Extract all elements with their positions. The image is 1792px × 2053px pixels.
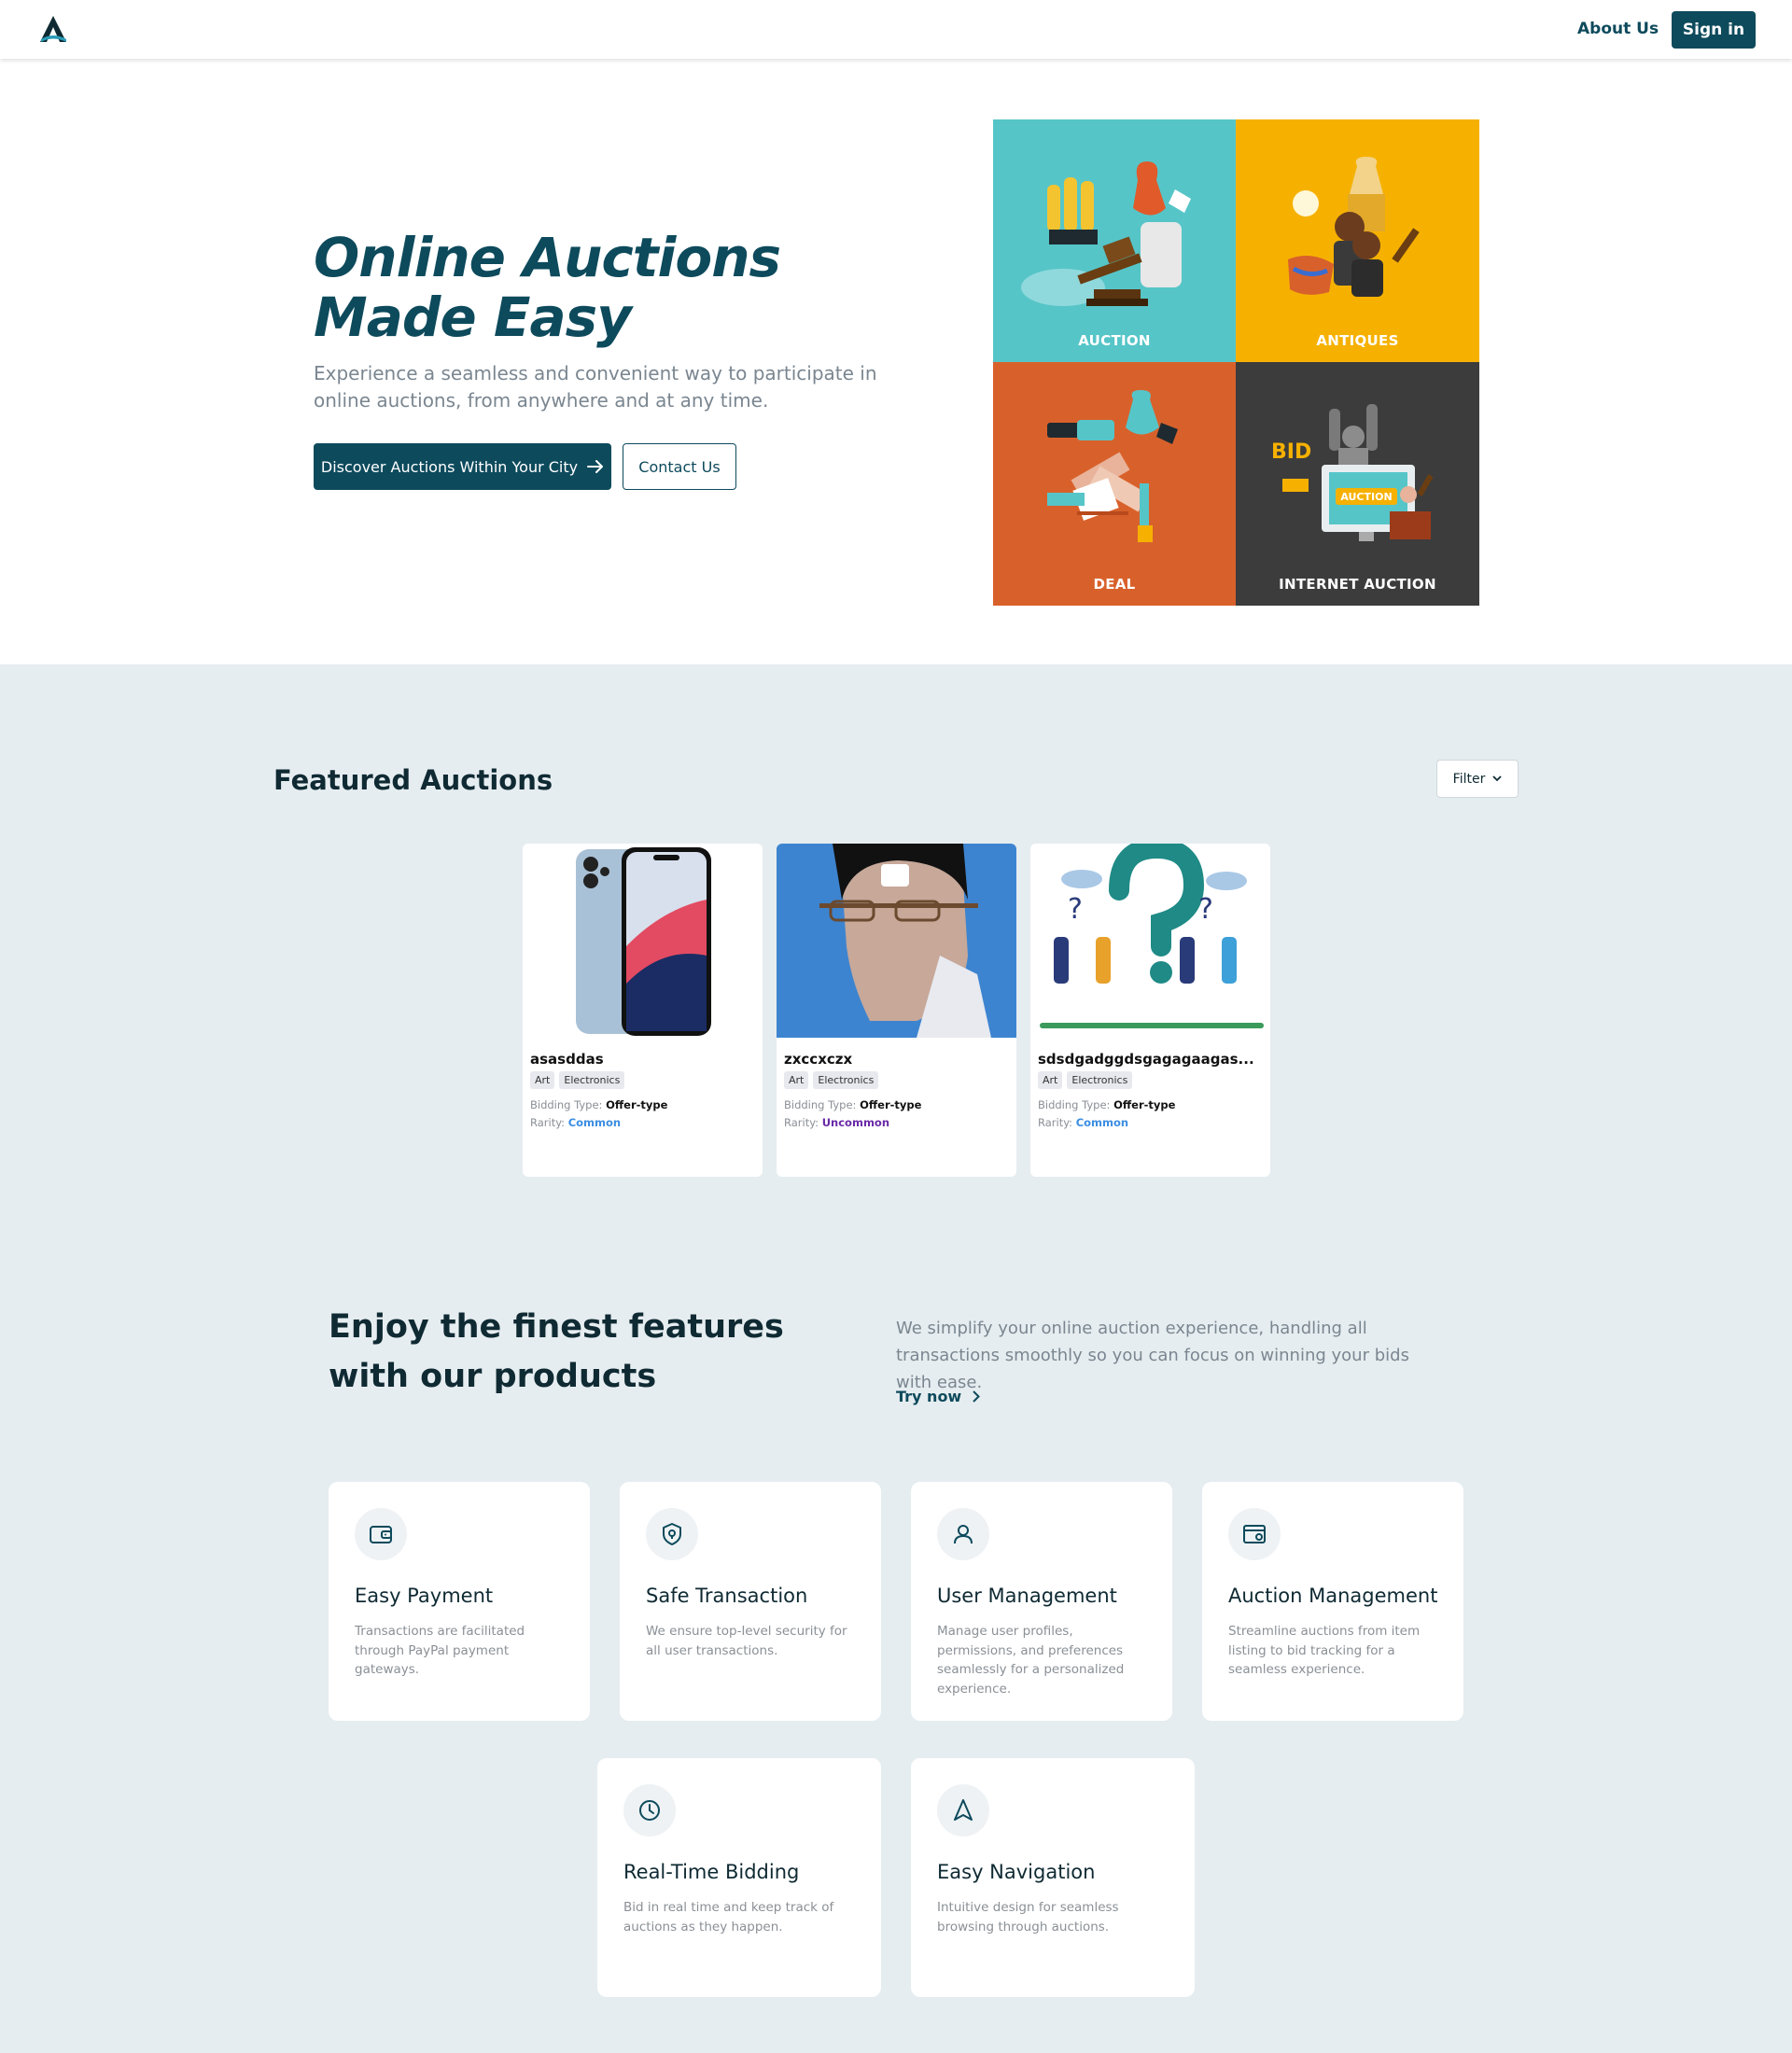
feature-title: Safe Transaction: [646, 1585, 808, 1607]
deal-tile: DEAL: [993, 362, 1236, 606]
feature-card-easy-payment: Easy Payment Transactions are facilitate…: [329, 1482, 590, 1721]
feature-title: User Management: [937, 1585, 1117, 1607]
sign-in-button[interactable]: Sign in: [1672, 11, 1756, 49]
antiques-tile-label: ANTIQUES: [1316, 332, 1399, 349]
feature-title: Easy Payment: [355, 1585, 494, 1607]
auction-tile: AUCTION: [993, 119, 1236, 362]
rarity-line: Rarity: Uncommon: [784, 1116, 890, 1129]
category-tag: Electronics: [813, 1071, 879, 1089]
contact-us-button[interactable]: Contact Us: [623, 443, 736, 490]
auction-card[interactable]: zxccxczx Art Electronics Bidding Type: O…: [777, 844, 1016, 1177]
category-tag: Electronics: [1067, 1071, 1133, 1089]
logo-icon[interactable]: [37, 14, 69, 46]
feature-description: Manage user profiles, permissions, and p…: [937, 1624, 1125, 1697]
svg-text:?: ?: [1068, 893, 1083, 926]
question-people-image: ? ?: [1030, 844, 1270, 1038]
shield-icon: [663, 1523, 681, 1545]
feature-description: Intuitive design for seamless browsing t…: [937, 1900, 1119, 1934]
clock-icon: [639, 1800, 660, 1821]
browser-settings-icon: [1243, 1525, 1266, 1543]
bid-sign-text: BID: [1271, 440, 1311, 464]
internet-auction-tile-label: INTERNET AUCTION: [1279, 576, 1436, 593]
internet-auction-tile: BID AUCTION INTERNET AUCTION: [1236, 362, 1479, 606]
feature-title: Easy Navigation: [937, 1861, 1096, 1883]
antiques-tile: ANTIQUES: [1236, 119, 1479, 362]
feature-card-user-management: User Management Manage user profiles, pe…: [911, 1482, 1172, 1721]
feature-card-real-time-bidding: Real-Time Bidding Bid in real time and k…: [597, 1758, 881, 1997]
discover-auctions-button[interactable]: Discover Auctions Within Your City: [314, 443, 611, 490]
featured-auctions-title: Featured Auctions: [273, 764, 553, 796]
deal-tile-label: DEAL: [1093, 576, 1136, 593]
navigation-icon: [954, 1799, 973, 1821]
discover-auctions-label: Discover Auctions Within Your City: [320, 457, 579, 476]
feature-card-easy-navigation: Easy Navigation Intuitive design for sea…: [911, 1758, 1195, 1997]
svg-text:?: ?: [1198, 893, 1213, 926]
arrow-right-icon: [587, 460, 604, 473]
feature-description: Bid in real time and keep track of aucti…: [623, 1900, 834, 1934]
try-now-link[interactable]: Try now: [896, 1388, 981, 1405]
deal-illustration: [1047, 390, 1178, 542]
wallet-icon: [370, 1526, 392, 1543]
try-now-label: Try now: [896, 1388, 962, 1405]
user-icon: [954, 1525, 973, 1544]
filter-label: Filter: [1452, 771, 1486, 787]
features-title: Enjoy the finest features with our produ…: [329, 1308, 784, 1395]
rarity-line: Rarity: Common: [530, 1116, 622, 1129]
auction-card[interactable]: asasddas Art Electronics Bidding Type: O…: [523, 844, 763, 1177]
bidding-type-line: Bidding Type: Offer-type: [1038, 1098, 1176, 1111]
auction-card-title: asasddas: [530, 1051, 604, 1068]
phone-image: [523, 844, 763, 1038]
hero-title: Online Auctions Made Easy: [314, 226, 781, 349]
avatar-image: [777, 844, 1016, 1038]
category-tag: Art: [530, 1071, 555, 1089]
auction-card[interactable]: ? ? sdsdgadggdsgagagaagas... Art Electro…: [1030, 844, 1270, 1177]
feature-card-auction-management: Auction Management Streamline auctions f…: [1202, 1482, 1463, 1721]
category-tag: Electronics: [559, 1071, 625, 1089]
feature-description: We ensure top-level security for all use…: [646, 1624, 847, 1658]
category-tag: Art: [1038, 1071, 1063, 1089]
top-navbar: About Us Sign in: [0, 0, 1792, 59]
auction-tile-label: AUCTION: [1078, 332, 1151, 349]
auction-card-tags: Art Electronics: [784, 1071, 879, 1089]
auction-card-title: zxccxczx: [784, 1051, 853, 1068]
feature-title: Real-Time Bidding: [623, 1861, 800, 1883]
rarity-line: Rarity: Common: [1038, 1116, 1129, 1129]
auction-card-tags: Art Electronics: [530, 1071, 625, 1089]
hero-subtitle: Experience a seamless and convenient way…: [314, 362, 877, 412]
feature-description: Streamline auctions from item listing to…: [1228, 1624, 1421, 1677]
auction-screen-text: AUCTION: [1340, 491, 1392, 503]
gavel-illustration: [1021, 161, 1191, 306]
features-description: We simplify your online auction experien…: [896, 1319, 1409, 1392]
internet-auction-illustration: BID AUCTION: [1271, 404, 1434, 541]
hero-illustration: AUCTION ANTIQUES DEAL BID AUCTION INTERN…: [993, 119, 1479, 606]
antiques-illustration: [1288, 157, 1420, 297]
auction-card-title: sdsdgadggdsgagagaagas...: [1038, 1051, 1254, 1068]
chevron-right-icon: [973, 1390, 981, 1403]
about-us-link[interactable]: About Us: [1577, 20, 1659, 38]
auction-card-tags: Art Electronics: [1038, 1071, 1133, 1089]
feature-card-safe-transaction: Safe Transaction We ensure top-level sec…: [620, 1482, 881, 1721]
bidding-type-line: Bidding Type: Offer-type: [530, 1098, 668, 1111]
bidding-type-line: Bidding Type: Offer-type: [784, 1098, 922, 1111]
category-tag: Art: [784, 1071, 809, 1089]
feature-title: Auction Management: [1228, 1585, 1438, 1607]
filter-dropdown[interactable]: Filter: [1436, 760, 1519, 798]
chevron-down-icon: [1492, 775, 1502, 782]
feature-description: Transactions are facilitated through Pay…: [355, 1624, 525, 1677]
